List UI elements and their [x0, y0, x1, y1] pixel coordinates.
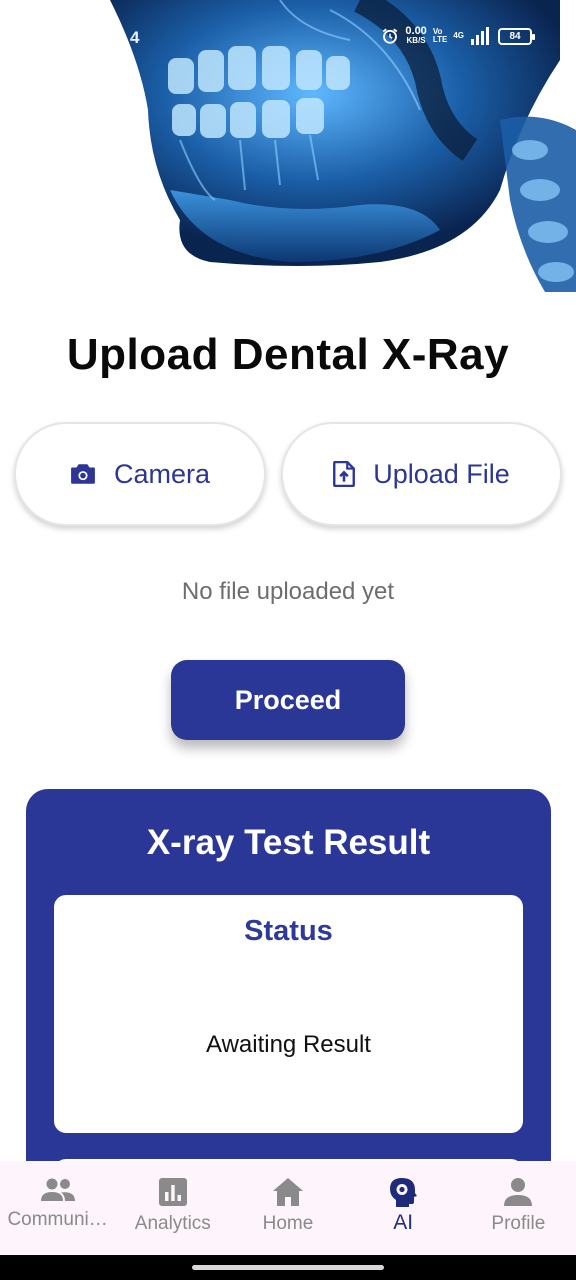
nav-label-analytics: Analytics	[134, 1213, 211, 1234]
ai-head-gear-icon	[390, 1178, 418, 1207]
system-navigation-area	[0, 1255, 576, 1280]
proceed-button[interactable]: Proceed	[171, 660, 405, 740]
status-icons: 0.00 KB/S Vo LTE 4G 84	[381, 25, 535, 46]
status-value: Awaiting Result	[206, 1031, 371, 1058]
upload-status-text: No file uploaded yet	[181, 578, 395, 605]
upload-file-button-label: Upload File	[373, 458, 510, 489]
home-icon	[272, 1178, 303, 1206]
alarm-icon	[383, 28, 398, 44]
bottom-navigation: Communi… Analytics Home AI Profile	[0, 1161, 576, 1255]
camera-button[interactable]: Camera	[14, 422, 266, 526]
status-box: Status Awaiting Result	[54, 895, 523, 1133]
nav-item-profile[interactable]: Profile	[461, 1161, 576, 1255]
result-title: X-ray Test Result	[146, 823, 431, 862]
nav-label-home: Home	[262, 1213, 314, 1234]
net-speed: 0.00 KB/S	[405, 25, 427, 46]
upload-file-button[interactable]: Upload File	[281, 422, 562, 526]
nav-item-community[interactable]: Communi…	[0, 1161, 115, 1255]
nav-label-community: Communi…	[7, 1209, 108, 1230]
volte-indicator: Vo LTE	[432, 27, 448, 44]
status-label: Status	[244, 915, 333, 947]
nav-label-profile: Profile	[491, 1213, 546, 1234]
nav-item-home[interactable]: Home	[230, 1161, 345, 1255]
status-bar: 4 0.00 KB/S Vo LTE 4G 84	[0, 0, 576, 76]
network-type: 4G	[453, 31, 464, 40]
gesture-handle[interactable]	[192, 1265, 384, 1270]
camera-icon	[71, 464, 95, 484]
upload-file-icon	[333, 461, 356, 487]
camera-button-label: Camera	[113, 458, 211, 489]
person-icon	[504, 1178, 533, 1206]
nav-item-analytics[interactable]: Analytics	[115, 1161, 230, 1255]
signal-icon	[471, 27, 489, 45]
page-title: Upload Dental X-Ray	[66, 330, 510, 379]
analytics-icon	[158, 1178, 187, 1206]
people-icon	[40, 1178, 75, 1201]
nav-label-ai: AI	[393, 1211, 414, 1234]
status-time: 4	[130, 28, 140, 47]
xray-result-card: X-ray Test Result Status Awaiting Result	[26, 789, 551, 1219]
battery-icon: 84	[498, 27, 535, 45]
nav-item-ai[interactable]: AI	[346, 1161, 461, 1255]
